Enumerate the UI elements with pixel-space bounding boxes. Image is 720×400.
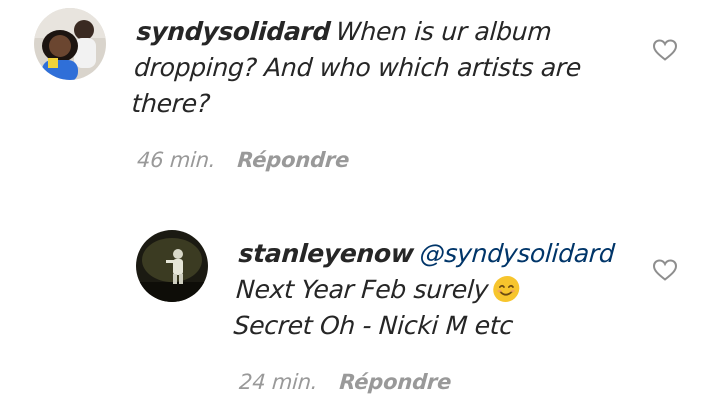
comment-text-line: there? — [130, 89, 211, 118]
comment-meta: 46 min. Répondre — [136, 148, 350, 172]
comment-text-line: When is ur album — [335, 17, 553, 46]
reply-button[interactable]: Répondre — [237, 148, 350, 172]
user-avatar-photo — [34, 8, 106, 80]
comment-text-line: Next Year Feb surely — [235, 275, 490, 304]
comment-timestamp: 24 min. — [238, 370, 319, 394]
user-avatar-photo — [136, 230, 208, 302]
comment-syndysolidard: syndysolidard When is ur album dropping? … — [0, 0, 720, 190]
heart-outline-icon[interactable] — [652, 258, 678, 282]
heart-outline-icon[interactable] — [652, 38, 678, 62]
reply-button[interactable]: Répondre — [339, 370, 452, 394]
avatar[interactable] — [136, 230, 208, 302]
comment-text-line: dropping? And who which artists are — [133, 53, 583, 82]
comment-body: syndysolidard When is ur album dropping? … — [130, 14, 658, 122]
comment-username[interactable]: syndysolidard — [136, 17, 331, 46]
mention-link[interactable]: @syndysolidard — [419, 239, 616, 268]
comment-text-line: Secret Oh - Nicki M etc — [232, 311, 514, 340]
avatar[interactable] — [34, 8, 106, 80]
comment-stanleyenow: stanleyenow @syndysolidard Next Year Feb … — [0, 210, 720, 400]
comment-meta: 24 min. Répondre — [238, 370, 452, 394]
comment-username[interactable]: stanleyenow — [238, 239, 415, 268]
reply-body: stanleyenow @syndysolidard Next Year Feb … — [232, 236, 640, 344]
comment-timestamp: 46 min. — [136, 148, 217, 172]
smiling-face-emoji-icon — [491, 275, 521, 303]
